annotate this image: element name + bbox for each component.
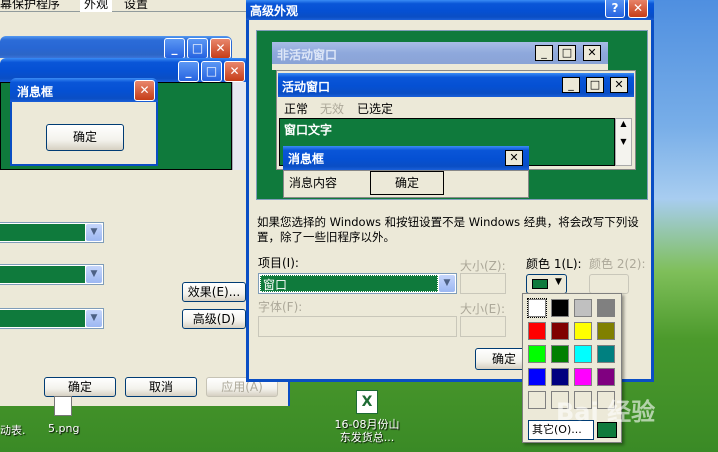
active-window-title: 活动窗口 <box>282 80 331 94</box>
chevron-down-icon: ▼ <box>555 277 562 287</box>
color-swatch[interactable] <box>528 322 546 340</box>
item-value: 窗口 <box>263 278 288 292</box>
maximize-icon: □ <box>558 45 576 61</box>
close-icon: ✕ <box>210 38 231 59</box>
desktop-icon-label[interactable]: 5.png <box>48 422 79 435</box>
color-swatch[interactable] <box>574 299 592 317</box>
effects-button[interactable]: 效果(E)... <box>182 282 246 302</box>
maximize-icon: □ <box>201 61 222 82</box>
close-icon[interactable]: ✕ <box>628 0 648 18</box>
color-swatch[interactable] <box>528 391 546 409</box>
advanced-button[interactable]: 高级(D) <box>182 309 246 329</box>
tab-appearance[interactable]: 外观 <box>80 0 113 12</box>
maximize-icon: □ <box>187 38 208 59</box>
watermark-text: Bai 经验 <box>556 398 656 426</box>
minimize-icon: _ <box>164 38 185 59</box>
preview-msgbox-text: 消息内容 <box>289 176 338 190</box>
menu-normal: 正常 <box>284 102 309 116</box>
windows-buttons-combo[interactable]: ▼ <box>0 222 104 243</box>
info-text: 如果您选择的 Windows 和按钮设置不是 Windows 经典，将会改写下列… <box>257 215 639 244</box>
tab-settings[interactable]: 设置 <box>124 0 148 12</box>
current-color-swatch <box>532 279 548 289</box>
maximize-icon: □ <box>586 77 604 93</box>
chevron-down-icon: ▼ <box>86 266 102 283</box>
preview-msgbox-ok-button: 确定 <box>370 171 444 195</box>
font-label: 字体(F): <box>258 300 303 314</box>
desktop-icon-label[interactable]: 动表. <box>0 422 26 438</box>
color-swatch[interactable] <box>574 368 592 386</box>
color2-button[interactable] <box>589 274 629 294</box>
menu-selected: 已选定 <box>357 102 394 116</box>
preview-scrollbar: ▲ ▼ <box>615 118 632 166</box>
dialog-titlebar: 高级外观 <box>246 0 654 20</box>
color-swatch[interactable] <box>597 345 615 363</box>
color-swatch[interactable] <box>551 345 569 363</box>
color1-label: 颜色 1(L): <box>526 257 582 271</box>
inactive-window-title: 非活动窗口 <box>277 48 338 62</box>
chevron-down-icon: ▼ <box>439 275 455 292</box>
close-icon: ✕ <box>505 150 523 166</box>
minimize-icon: _ <box>535 45 553 61</box>
desktop-icon-label[interactable]: 16-08月份山 东发货总... <box>330 418 404 444</box>
font-size-combo[interactable] <box>460 316 506 337</box>
chevron-down-icon: ▼ <box>86 310 102 327</box>
dialog-title: 高级外观 <box>250 4 299 18</box>
color-swatch[interactable] <box>528 345 546 363</box>
menu-disabled: 无效 <box>320 102 345 116</box>
close-icon: ✕ <box>583 45 601 61</box>
preview-msgbox-title: 消息框 <box>288 152 325 166</box>
color-swatch[interactable] <box>597 368 615 386</box>
color-swatch[interactable] <box>551 299 569 317</box>
close-icon: ✕ <box>610 77 628 93</box>
msgbox-ok-button[interactable]: 确定 <box>46 124 124 151</box>
size2-label: 大小(E): <box>460 302 505 316</box>
window-text: 窗口文字 <box>284 123 333 137</box>
color-swatch[interactable] <box>597 299 615 317</box>
close-icon: ✕ <box>224 61 245 82</box>
preview-msgbox-titlebar: 消息框 <box>283 146 529 170</box>
color2-label: 颜色 2(2): <box>589 257 646 271</box>
png-file-icon[interactable] <box>54 396 72 416</box>
color-swatch[interactable] <box>551 322 569 340</box>
msgbox-title: 消息框 <box>17 85 54 99</box>
color-swatch[interactable] <box>551 368 569 386</box>
color-scheme-combo[interactable]: ▼ <box>0 264 104 285</box>
size-label: 大小(Z): <box>460 259 506 273</box>
font-size-combo[interactable]: ▼ <box>0 308 104 329</box>
chevron-down-icon: ▼ <box>86 224 102 241</box>
minimize-icon: _ <box>562 77 580 93</box>
cancel-button[interactable]: 取消 <box>125 377 197 397</box>
help-icon[interactable]: ? <box>605 0 625 18</box>
minimize-icon: _ <box>178 61 199 82</box>
color-swatch[interactable] <box>528 368 546 386</box>
excel-file-icon[interactable]: X <box>356 390 378 414</box>
color-swatch[interactable] <box>527 298 547 318</box>
color-swatch[interactable] <box>574 322 592 340</box>
size-spinner[interactable] <box>460 273 506 294</box>
ok-button[interactable]: 确定 <box>44 377 116 397</box>
active-window-titlebar: 活动窗口 <box>278 73 634 97</box>
color-swatch[interactable] <box>597 322 615 340</box>
color1-button[interactable]: ▼ <box>526 274 567 294</box>
item-label: 项目(I): <box>258 256 299 270</box>
color-swatch[interactable] <box>574 345 592 363</box>
item-combo[interactable]: 窗口 ▼ <box>258 273 457 294</box>
font-combo[interactable] <box>258 316 457 337</box>
close-icon: ✕ <box>134 80 155 101</box>
tab-screensaver[interactable]: 幕保护程序 <box>0 0 60 12</box>
